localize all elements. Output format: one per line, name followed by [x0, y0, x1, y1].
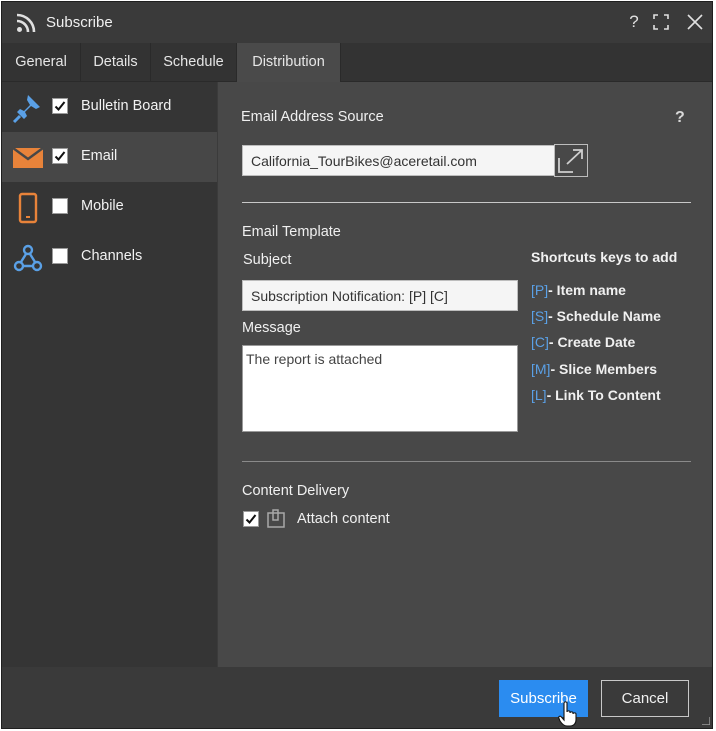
email-settings-panel: Email Address Source ? California_TourBi… [218, 82, 712, 667]
content-delivery-label: Content Delivery [242, 483, 350, 499]
section-divider [242, 202, 691, 203]
shortcut-item: [L]- Link To Content [531, 387, 661, 403]
shortcut-item: [P]- Item name [531, 282, 626, 298]
tab-bar: General Details Schedule Distribution [2, 43, 712, 82]
resize-grip-icon[interactable] [702, 717, 710, 725]
close-icon [687, 14, 703, 30]
shortcut-text: - Create Date [548, 334, 636, 350]
channels-checkbox[interactable] [52, 248, 68, 264]
mobile-icon [18, 192, 38, 224]
sidebar-item-channels[interactable]: Channels [2, 232, 217, 282]
subscribe-dialog: Subscribe ? General Details Schedule Dis… [1, 1, 713, 729]
sidebar-item-mobile[interactable]: Mobile [2, 182, 217, 232]
shortcut-text: - Schedule Name [548, 308, 661, 324]
shortcut-key: [L] [531, 387, 547, 403]
expand-button[interactable] [554, 144, 588, 177]
tab-distribution[interactable]: Distribution [237, 43, 341, 82]
hand-cursor-icon [558, 701, 577, 727]
maximize-button[interactable] [651, 12, 671, 32]
expand-icon [558, 148, 583, 173]
shortcut-key: [P] [531, 282, 549, 298]
close-button[interactable] [685, 12, 705, 32]
tab-details[interactable]: Details [81, 43, 151, 81]
title-bar: Subscribe ? [2, 2, 712, 44]
sidebar-item-label: Email [81, 148, 118, 164]
attach-content-checkbox[interactable] [243, 511, 259, 527]
email-help-button[interactable]: ? [675, 109, 685, 127]
shortcut-key: [M] [531, 361, 551, 377]
maximize-icon [653, 14, 669, 30]
mobile-checkbox[interactable] [52, 198, 68, 214]
shortcut-key: [S] [531, 308, 549, 324]
envelope-icon [12, 147, 44, 168]
check-icon [54, 151, 66, 161]
subject-input[interactable]: Subscription Notification: [P] [C] [242, 280, 518, 311]
email-checkbox[interactable] [52, 148, 68, 164]
check-icon [245, 514, 257, 524]
email-address-input[interactable]: California_TourBikes@aceretail.com [242, 145, 555, 176]
sidebar-item-label: Bulletin Board [81, 98, 172, 114]
subject-label: Subject [243, 252, 292, 268]
attach-content-label: Attach content [297, 511, 390, 527]
attachment-icon [267, 509, 285, 528]
shortcut-item: [C]- Create Date [531, 334, 635, 350]
dialog-title: Subscribe [46, 14, 113, 31]
shortcuts-title: Shortcuts keys to add [531, 249, 678, 265]
message-textarea[interactable]: The report is attached [242, 345, 518, 432]
sidebar-item-label: Channels [81, 248, 143, 264]
distribution-sidebar: Bulletin Board Email Mobile Channels [2, 82, 217, 667]
dialog-footer: Subscribe Cancel [2, 667, 712, 728]
shortcut-text: - Item name [548, 282, 626, 298]
rss-icon [16, 13, 36, 33]
message-label: Message [242, 320, 301, 336]
shortcut-key: [C] [531, 334, 549, 350]
webhook-icon [13, 244, 43, 272]
check-icon [54, 101, 66, 111]
sidebar-item-email[interactable]: Email [2, 132, 217, 182]
bulletin-board-checkbox[interactable] [52, 98, 68, 114]
tab-schedule[interactable]: Schedule [151, 43, 237, 81]
cancel-button[interactable]: Cancel [601, 680, 689, 717]
section-divider [242, 461, 691, 462]
sidebar-item-bulletin-board[interactable]: Bulletin Board [2, 82, 217, 132]
tab-general[interactable]: General [2, 43, 81, 81]
shortcut-text: - Link To Content [546, 387, 661, 403]
email-template-label: Email Template [242, 224, 341, 240]
shortcut-item: [M]- Slice Members [531, 361, 657, 377]
pushpin-icon [12, 95, 40, 124]
help-button[interactable]: ? [624, 12, 644, 32]
shortcut-item: [S]- Schedule Name [531, 308, 661, 324]
email-address-source-label: Email Address Source [241, 109, 384, 125]
shortcut-text: - Slice Members [550, 361, 658, 377]
sidebar-item-label: Mobile [81, 198, 124, 214]
